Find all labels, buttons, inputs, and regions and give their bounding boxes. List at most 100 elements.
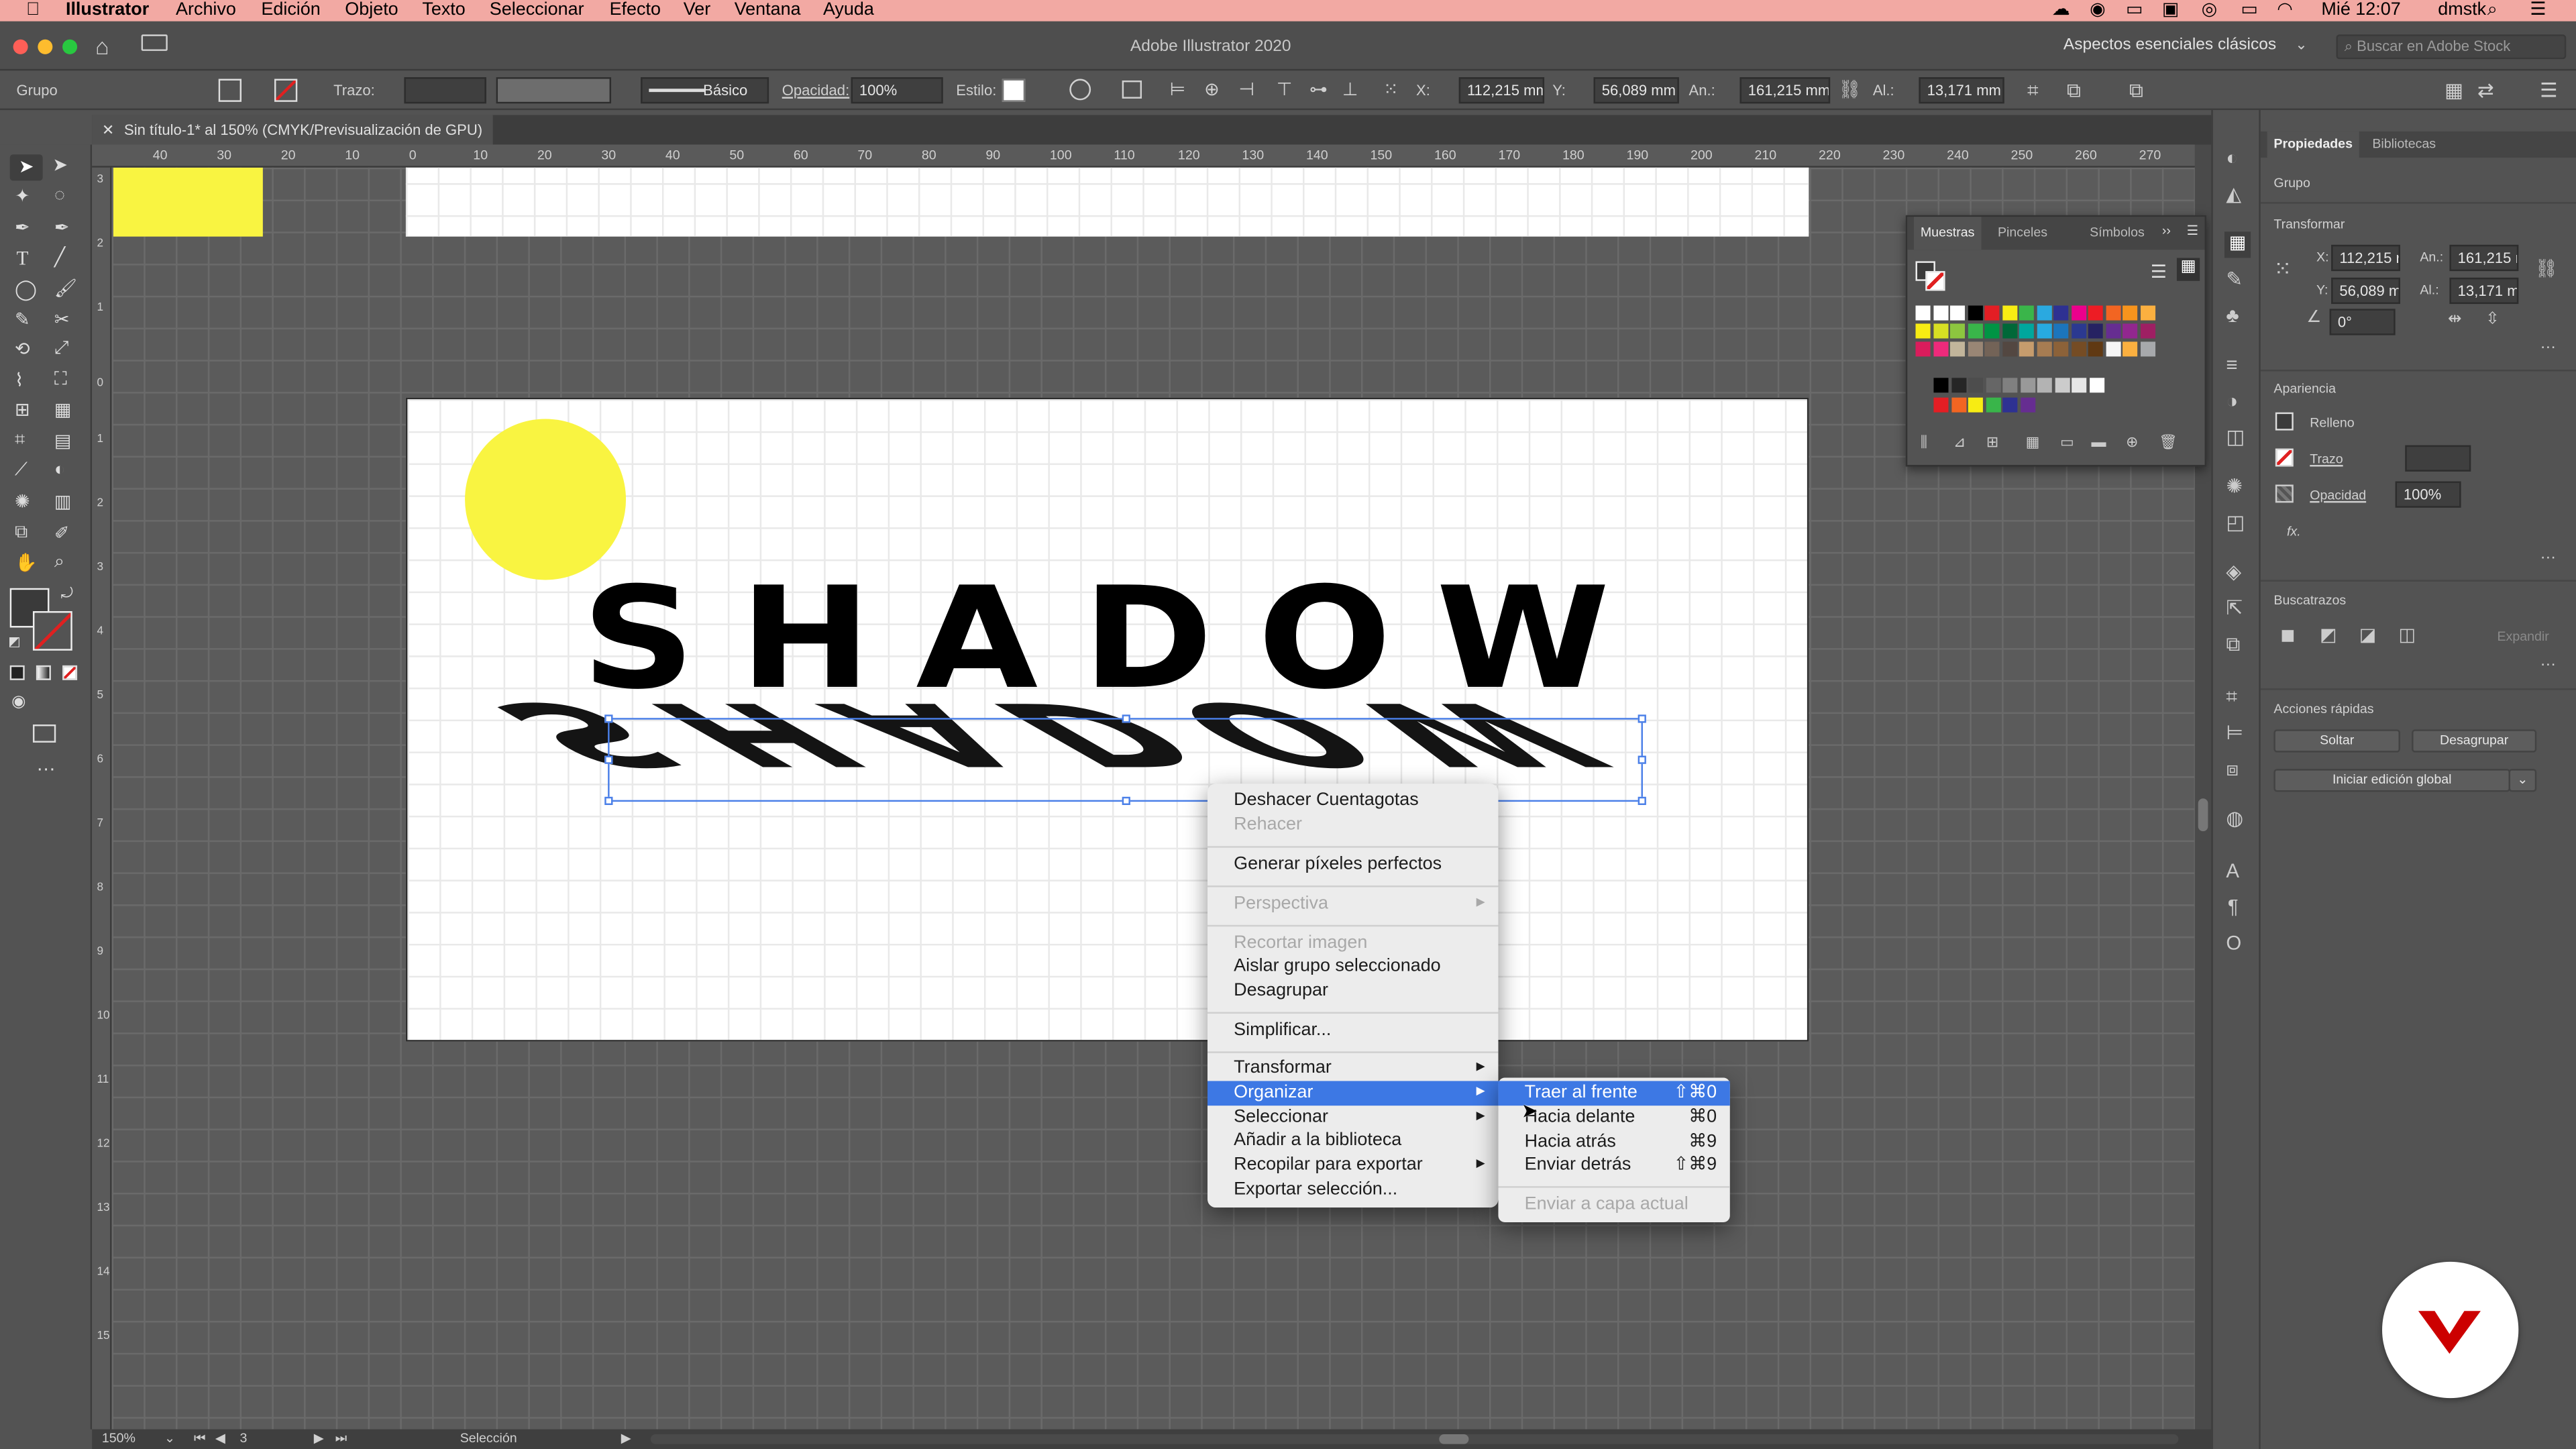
color-swatch[interactable] bbox=[2105, 305, 2121, 321]
menu-item-simplify[interactable]: Simplificar... bbox=[1208, 1018, 1498, 1042]
menu-item-select[interactable]: Seleccionar ▶ bbox=[1208, 1106, 1498, 1130]
gradient-panel-icon[interactable]: ◑ bbox=[2226, 389, 2238, 412]
workspace-switcher[interactable]: Aspectos esenciales clásicos bbox=[2063, 36, 2276, 54]
color-swatch[interactable] bbox=[1951, 397, 1966, 413]
color-icon[interactable]: ◐ bbox=[2226, 146, 2238, 169]
screen-mode-icon[interactable] bbox=[32, 724, 56, 743]
new-group-icon[interactable]: ▬ bbox=[2092, 434, 2106, 450]
color-swatch[interactable] bbox=[2088, 378, 2104, 393]
app-icon[interactable]: ▣ bbox=[2162, 0, 2179, 21]
color-swatch[interactable] bbox=[2037, 378, 2052, 393]
rotate-tool-icon[interactable]: ⟲ bbox=[15, 338, 30, 360]
minimize-window-button[interactable] bbox=[38, 39, 53, 54]
last-artboard-icon[interactable]: ⏭ bbox=[335, 1430, 347, 1449]
type-tool-icon[interactable]: T bbox=[16, 246, 28, 271]
color-swatch[interactable] bbox=[2053, 341, 2069, 357]
list-icon[interactable]: ☰ bbox=[2530, 0, 2546, 21]
color-swatch[interactable] bbox=[2105, 341, 2121, 357]
creative-cloud-icon[interactable]: ◉ bbox=[2090, 0, 2106, 21]
menu-item-undo[interactable]: Deshacer Cuentagotas bbox=[1208, 789, 1498, 813]
symbol-sprayer-tool-icon[interactable]: ✺ bbox=[15, 491, 30, 513]
selection-tool-icon[interactable]: ➤ bbox=[9, 154, 43, 181]
cloud-icon[interactable]: ☁ bbox=[2052, 0, 2070, 21]
fx-button[interactable]: fx. bbox=[2287, 524, 2301, 539]
document-tab[interactable]: ✕ Sin título-1* al 150% (CMYK/Previsualiz… bbox=[92, 115, 493, 145]
tab-propiedades[interactable]: Propiedades bbox=[2267, 131, 2359, 158]
more-tools-icon[interactable]: … bbox=[36, 753, 56, 775]
menu-efecto[interactable]: Efecto bbox=[610, 0, 661, 21]
angle-field[interactable]: 0° bbox=[2329, 309, 2396, 335]
chevron-down-icon[interactable]: ⌄ bbox=[2295, 36, 2307, 54]
tab-pinceles[interactable]: Pinceles bbox=[1998, 217, 2047, 250]
reference-point-icon[interactable]: ⁙ bbox=[1383, 79, 1399, 100]
swatch-options-icon[interactable]: ▦ bbox=[2026, 434, 2040, 452]
curvature-tool-icon[interactable]: ✒ bbox=[54, 217, 70, 238]
color-swatch[interactable] bbox=[2020, 378, 2035, 393]
color-swatch[interactable] bbox=[2139, 341, 2155, 357]
recolor-icon[interactable] bbox=[1069, 78, 1091, 101]
tab-muestras[interactable]: Muestras bbox=[1914, 217, 1982, 250]
layout-icon[interactable]: ⇄ bbox=[2477, 79, 2494, 102]
chevron-down-icon[interactable]: ⌄ bbox=[164, 1430, 175, 1449]
color-swatch[interactable] bbox=[2036, 305, 2051, 321]
fill-label[interactable]: Relleno bbox=[2310, 416, 2354, 431]
menu-seleccionar[interactable]: Seleccionar bbox=[490, 0, 584, 21]
color-swatch[interactable] bbox=[1951, 378, 1966, 393]
scale-tool-icon[interactable]: ⤢ bbox=[54, 338, 69, 360]
panel-menu-icon[interactable]: ☰ bbox=[2540, 79, 2557, 102]
color-guide-icon[interactable]: ◭ bbox=[2226, 182, 2241, 205]
artboards-icon[interactable]: ⧉ bbox=[2226, 633, 2240, 657]
width-field[interactable]: 161,215 mm bbox=[1739, 77, 1831, 104]
color-swatch[interactable] bbox=[2002, 397, 2018, 413]
opentype-icon[interactable]: O bbox=[2226, 932, 2241, 955]
more-options-icon[interactable]: … bbox=[2540, 545, 2556, 564]
color-swatch[interactable] bbox=[2036, 341, 2051, 357]
stroke-label[interactable]: Trazo bbox=[2310, 451, 2343, 466]
spotlight-icon[interactable]: ⌕ bbox=[2487, 0, 2498, 21]
artboard-main[interactable]: SHADOW SHADOW bbox=[405, 397, 1809, 1042]
color-swatch[interactable] bbox=[2002, 305, 2017, 321]
collapse-icon[interactable]: ›› bbox=[2162, 223, 2171, 238]
transform-icon[interactable]: ⌗ bbox=[2027, 79, 2039, 104]
color-swatch[interactable] bbox=[1985, 378, 2000, 393]
hscroll-thumb[interactable] bbox=[1439, 1434, 1469, 1444]
clock[interactable]: Mié 12:07 bbox=[2321, 0, 2400, 21]
fill-swatch[interactable] bbox=[2275, 412, 2294, 431]
show-kinds-icon[interactable]: ⊿ bbox=[1953, 434, 1966, 452]
prop-opacity-field[interactable]: 100% bbox=[2395, 481, 2461, 508]
prop-x-field[interactable]: 112,215 r bbox=[2331, 244, 2400, 272]
color-swatch[interactable] bbox=[1915, 305, 1931, 321]
color-swatch[interactable] bbox=[1949, 305, 1965, 321]
layers-icon[interactable]: ◈ bbox=[2226, 560, 2241, 583]
panel-toggle-icon[interactable]: ▦ bbox=[2445, 79, 2463, 102]
color-swatch[interactable] bbox=[2088, 341, 2103, 357]
color-swatch[interactable] bbox=[1984, 341, 2000, 357]
minus-front-icon[interactable]: ◩ bbox=[2320, 625, 2337, 645]
menu-ventana[interactable]: Ventana bbox=[735, 0, 801, 21]
scissors-tool-icon[interactable]: ✂ bbox=[54, 309, 70, 330]
color-swatch[interactable] bbox=[1949, 323, 1965, 339]
variable-width-field[interactable] bbox=[496, 77, 612, 104]
transform-panel-icon[interactable]: ⌗ bbox=[2226, 685, 2237, 710]
color-swatch[interactable] bbox=[2054, 378, 2070, 393]
apple-icon[interactable]:  bbox=[26, 0, 40, 21]
graph-tool-icon[interactable]: ▥ bbox=[54, 491, 71, 513]
selection-handle[interactable] bbox=[604, 755, 613, 764]
transparency-icon[interactable]: ◫ bbox=[2226, 425, 2245, 448]
color-swatch[interactable] bbox=[1933, 397, 1949, 413]
color-swatch[interactable] bbox=[1968, 378, 1983, 393]
menu-item-arrange[interactable]: Organizar ▶ bbox=[1208, 1081, 1499, 1106]
color-swatch[interactable] bbox=[1915, 323, 1931, 339]
align-center-icon[interactable]: ⊕ bbox=[1204, 79, 1220, 100]
color-swatch[interactable] bbox=[2072, 378, 2087, 393]
height-field[interactable]: 13,171 mm bbox=[1919, 77, 2004, 104]
line-tool-icon[interactable]: ╱ bbox=[54, 246, 65, 268]
style-swatch[interactable] bbox=[1002, 78, 1026, 102]
yellow-rectangle[interactable] bbox=[113, 167, 263, 237]
color-swatch[interactable] bbox=[2070, 341, 2086, 357]
color-swatch[interactable] bbox=[2139, 305, 2155, 321]
stroke-color-box[interactable] bbox=[32, 611, 72, 651]
gradient-mode-icon[interactable] bbox=[36, 665, 51, 680]
color-swatch[interactable] bbox=[1984, 305, 2000, 321]
align-middle-icon[interactable]: ⊶ bbox=[1309, 79, 1328, 100]
